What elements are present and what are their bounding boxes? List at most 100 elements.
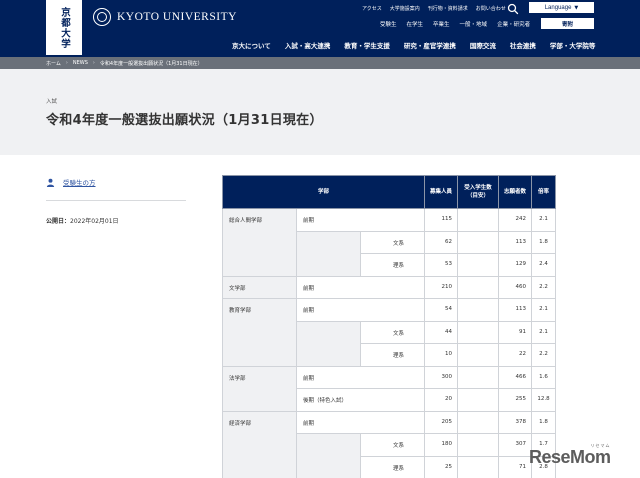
search-icon[interactable] <box>506 2 520 16</box>
application-status-table: 学部 募集人員 受入学生数 （目安） 志願者数 倍率 総合人間学部 前期 115… <box>222 175 556 478</box>
capacity-cell: 180 <box>424 433 458 457</box>
header-intl-students: 受入学生数 （目安） <box>457 175 499 209</box>
session-cell <box>296 433 361 478</box>
capacity-cell: 210 <box>424 275 458 299</box>
capacity-cell: 300 <box>424 365 458 389</box>
publish-date-value: 2022年02月01日 <box>70 218 119 225</box>
nav-item-education[interactable]: 教育・学生支援 <box>337 40 397 50</box>
session-cell: 前期 <box>296 208 425 232</box>
audience-link-applicants[interactable]: 受験生 <box>380 20 397 28</box>
session-cell: 前期 <box>296 365 425 389</box>
faculty-cell: 教育学部 <box>222 298 297 367</box>
university-logo[interactable]: 京都大学 <box>46 0 82 55</box>
intl-cell <box>457 253 499 277</box>
nav-item-community[interactable]: 社会連携 <box>503 40 543 50</box>
ratio-cell: 2.1 <box>531 208 556 232</box>
breadcrumb-news[interactable]: NEWS <box>73 60 88 66</box>
emblem-icon[interactable] <box>93 8 111 26</box>
faculty-cell: 法学部 <box>222 365 297 412</box>
session-cell: 後期（特色入試） <box>296 388 425 412</box>
applicants-cell: 466 <box>498 365 532 389</box>
audience-link-public[interactable]: 一般・地域 <box>460 20 488 28</box>
capacity-cell: 53 <box>424 253 458 277</box>
nav-item-faculties[interactable]: 学部・大学院等 <box>543 40 603 50</box>
nav-item-research[interactable]: 研究・産官学連携 <box>397 40 463 50</box>
capacity-cell: 10 <box>424 343 458 367</box>
faculty-cell: 経済学部 <box>222 410 297 478</box>
category-label: 入試 <box>46 99 58 105</box>
chevron-down-icon: ▼ <box>574 4 579 11</box>
ratio-cell: 12.8 <box>531 388 556 412</box>
intl-cell <box>457 298 499 322</box>
track-cell: 文系 <box>360 320 425 344</box>
ratio-cell: 1.8 <box>531 410 556 434</box>
nav-item-admissions[interactable]: 入試・高大連携 <box>278 40 338 50</box>
site-header: 京都大学 KYOTO UNIVERSITY アクセス 大学施設案内 刊行物・資料… <box>0 0 640 57</box>
breadcrumb-separator: › <box>92 60 95 66</box>
watermark-brand: ReseMom <box>529 447 611 467</box>
nav-item-about[interactable]: 京大について <box>225 40 278 50</box>
utility-link-contact[interactable]: お問い合わせ <box>476 5 506 12</box>
audience-nav: 受験生 在学生 卒業生 一般・地域 企業・研究者 <box>380 20 530 28</box>
session-cell: 前期 <box>296 298 425 322</box>
session-cell <box>296 230 361 277</box>
ratio-cell: 2.2 <box>531 275 556 299</box>
applicants-cell: 460 <box>498 275 532 299</box>
audience-link-alumni[interactable]: 卒業生 <box>433 20 450 28</box>
intl-cell <box>457 230 499 254</box>
faculty-cell: 文学部 <box>222 275 297 299</box>
audience-link-students[interactable]: 在学生 <box>407 20 424 28</box>
track-cell: 理系 <box>360 253 425 277</box>
applicants-cell: 378 <box>498 410 532 434</box>
utility-link-access[interactable]: アクセス <box>362 5 382 12</box>
divider <box>46 200 186 201</box>
intl-cell <box>457 343 499 367</box>
breadcrumb-current: 令和4年度一般選抜出願状況（1月31日現在） <box>99 60 203 67</box>
language-button[interactable]: Language ▼ <box>529 2 594 13</box>
donate-button[interactable]: 寄附 <box>541 18 594 29</box>
audience-tag-label: 受験生の方 <box>63 179 96 187</box>
applicants-cell: 242 <box>498 208 532 232</box>
applicants-cell: 255 <box>498 388 532 412</box>
track-cell: 理系 <box>360 455 425 478</box>
ratio-cell: 2.4 <box>531 253 556 277</box>
session-cell <box>296 320 361 367</box>
page-title: 令和4年度一般選抜出願状況（1月31日現在） <box>46 113 323 128</box>
audience-tag[interactable]: 受験生の方 <box>46 177 96 187</box>
table-header-row: 学部 募集人員 受入学生数 （目安） 志願者数 倍率 <box>222 175 556 209</box>
breadcrumb-home[interactable]: ホーム <box>46 60 61 67</box>
intl-cell <box>457 410 499 434</box>
nav-item-international[interactable]: 国際交流 <box>463 40 503 50</box>
utility-link-publications[interactable]: 刊行物・資料請求 <box>428 5 468 12</box>
capacity-cell: 54 <box>424 298 458 322</box>
faculty-cell: 総合人間学部 <box>222 208 297 277</box>
track-cell: 文系 <box>360 230 425 254</box>
ratio-cell: 1.6 <box>531 365 556 389</box>
utility-link-campus-guide[interactable]: 大学施設案内 <box>390 5 420 12</box>
table-row: 法学部 前期 300 466 1.6 <box>222 365 556 412</box>
university-name[interactable]: KYOTO UNIVERSITY <box>117 11 237 23</box>
utility-links: アクセス 大学施設案内 刊行物・資料請求 お問い合わせ <box>362 5 506 12</box>
capacity-cell: 62 <box>424 230 458 254</box>
track-cell: 理系 <box>360 343 425 367</box>
breadcrumb-separator: › <box>65 60 68 66</box>
applicants-cell: 307 <box>498 433 532 457</box>
intl-cell <box>457 320 499 344</box>
language-label: Language <box>544 4 572 11</box>
intl-cell <box>457 388 499 412</box>
applicants-cell: 91 <box>498 320 532 344</box>
capacity-cell: 115 <box>424 208 458 232</box>
audience-link-business[interactable]: 企業・研究者 <box>497 20 530 28</box>
applicants-cell: 113 <box>498 298 532 322</box>
applicants-cell: 71 <box>498 455 532 478</box>
resemom-watermark: リセマム ReseMom <box>529 443 611 466</box>
header-faculty: 学部 <box>222 175 425 209</box>
intl-cell <box>457 455 499 478</box>
track-cell: 文系 <box>360 433 425 457</box>
main-nav: 京大について 入試・高大連携 教育・学生支援 研究・産官学連携 国際交流 社会連… <box>225 40 602 50</box>
intl-cell <box>457 365 499 389</box>
applicants-cell: 22 <box>498 343 532 367</box>
table-row: 教育学部 前期 54 113 2.1 <box>222 298 556 367</box>
publish-date-label: 公開日： <box>46 218 71 225</box>
table-row: 経済学部 前期 205 378 1.8 <box>222 410 556 478</box>
